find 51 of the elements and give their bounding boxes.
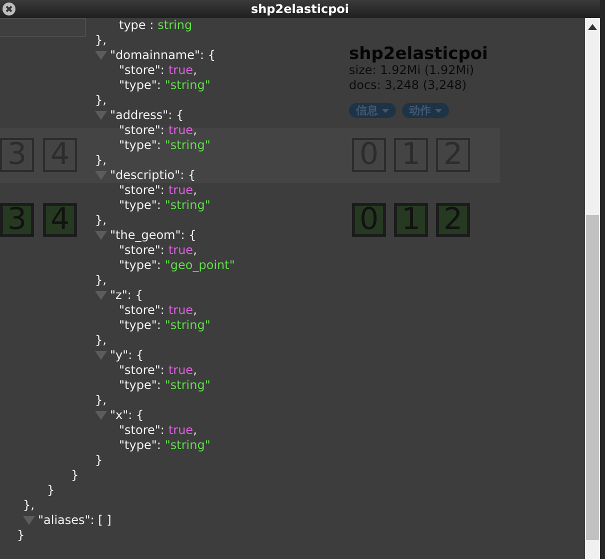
expand-triangle-icon[interactable] (95, 351, 107, 360)
expand-triangle-icon[interactable] (95, 51, 107, 60)
code-line: "store": true, (119, 123, 197, 138)
code-line: }, (95, 93, 106, 108)
code-line: type : string (119, 18, 192, 33)
window-title: shp2elasticpoi (250, 2, 350, 16)
code-line: }, (95, 393, 106, 408)
code-line: "store": true, (119, 243, 197, 258)
caret-icon (382, 108, 389, 112)
scrollbar[interactable] (585, 18, 600, 559)
expand-triangle-icon[interactable] (95, 231, 107, 240)
code-line: "type": "string" (119, 438, 210, 453)
caret-icon (435, 108, 442, 112)
code-line: "store": true, (119, 363, 197, 378)
code-line[interactable]: "x": { (110, 408, 144, 423)
code-line[interactable]: "y": { (110, 348, 144, 363)
code-line: }, (95, 333, 106, 348)
expand-triangle-icon[interactable] (95, 411, 107, 420)
code-line[interactable]: "descriptio": { (110, 168, 196, 183)
code-line: "type": "geo_point" (119, 258, 235, 273)
code-line: } (47, 483, 55, 498)
code-line[interactable]: "domainname": { (110, 48, 216, 63)
code-line: "type": "string" (119, 198, 210, 213)
code-line: "type": "string" (119, 318, 210, 333)
code-line: "store": true, (119, 303, 197, 318)
search-field[interactable] (0, 18, 86, 37)
code-line: } (95, 453, 103, 468)
code-line: }, (95, 33, 106, 48)
code-line: }, (95, 213, 106, 228)
code-line: "store": true, (119, 183, 197, 198)
code-line[interactable]: "aliases": [ ] (38, 513, 112, 528)
code-line: }, (95, 273, 106, 288)
expand-triangle-icon[interactable] (23, 516, 35, 525)
expand-triangle-icon[interactable] (95, 111, 107, 120)
index-name: shp2elasticpoi (349, 45, 489, 63)
code-line[interactable]: "address": { (110, 108, 184, 123)
close-icon[interactable] (2, 2, 16, 16)
code-line: "store": true, (119, 423, 197, 438)
expand-triangle-icon[interactable] (95, 291, 107, 300)
code-line[interactable]: "z": { (110, 288, 143, 303)
code-line[interactable]: "the_geom": { (110, 228, 196, 243)
code-line: } (17, 528, 25, 543)
code-line: }, (95, 153, 106, 168)
code-line: "type": "string" (119, 138, 210, 153)
code-line: "store": true, (119, 63, 197, 78)
code-line: "type": "string" (119, 378, 210, 393)
code-line: }, (23, 498, 34, 513)
code-line: } (71, 468, 79, 483)
expand-triangle-icon[interactable] (95, 171, 107, 180)
scroll-up-arrow-icon[interactable] (588, 24, 597, 30)
code-line: "type": "string" (119, 78, 210, 93)
